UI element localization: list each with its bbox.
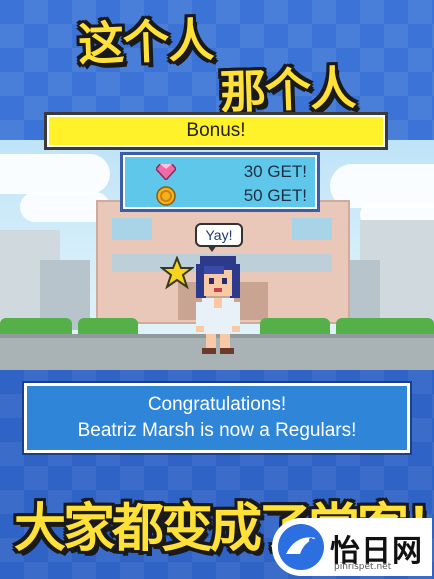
congratulations-title: Congratulations! — [147, 394, 287, 415]
site-watermark: 怡日网 pinrispet.net — [272, 518, 432, 576]
watermark-url: pinrispet.net — [334, 562, 392, 572]
speech-bubble: Yay! — [195, 223, 243, 247]
bonus-title: Bonus! — [186, 120, 246, 141]
customer-character — [196, 256, 240, 354]
cloud — [0, 154, 110, 194]
game-screen: 这个人 那个人 Bonus! 30 GET! 50 GET! Yay! Cong… — [0, 0, 434, 579]
pink-diamond-icon — [155, 162, 177, 182]
congratulations-dialog[interactable]: Congratulations! Beatriz Marsh is now a … — [24, 383, 410, 453]
reward-panel: 30 GET! 50 GET! — [120, 152, 320, 212]
reward-row: 30 GET! — [123, 160, 317, 184]
gold-coin-icon — [155, 186, 177, 206]
reward-text: 30 GET! — [243, 162, 307, 181]
headline-line1: 这个人 — [77, 12, 215, 72]
star-icon — [160, 256, 194, 290]
bonus-title-bar: Bonus! — [44, 112, 388, 150]
reward-row: 50 GET! — [123, 184, 317, 208]
reward-text: 50 GET! — [243, 186, 307, 205]
watermark-logo-icon — [278, 524, 324, 570]
congratulations-detail: Beatriz Marsh is now a Regulars! — [77, 420, 357, 441]
